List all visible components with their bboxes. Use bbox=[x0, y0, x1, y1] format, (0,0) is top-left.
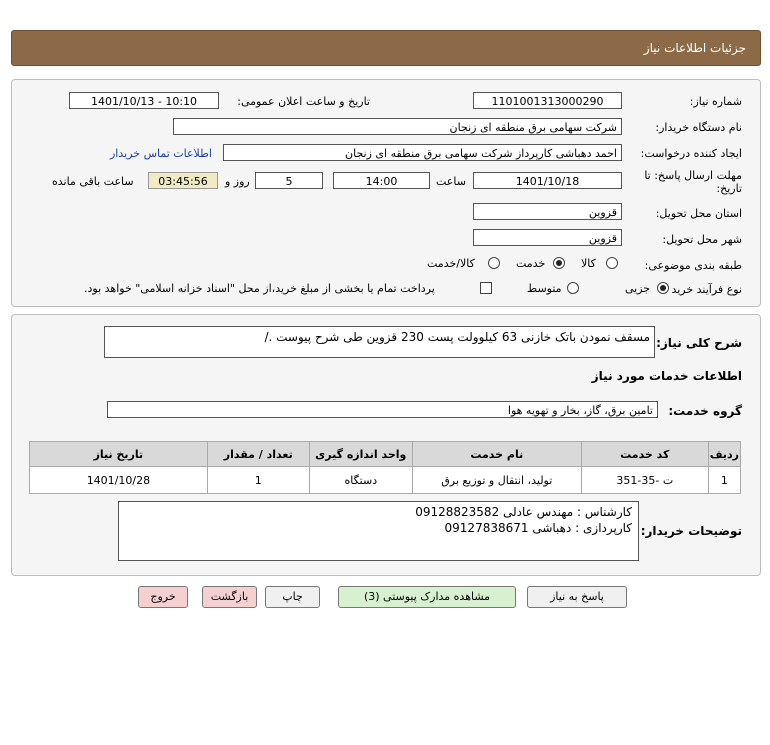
deadline-label: مهلت ارسال پاسخ: تا bbox=[644, 169, 742, 182]
remaining-time-label: ساعت باقی مانده bbox=[52, 175, 134, 188]
cell-service-code: ت -35-351 bbox=[580, 466, 709, 494]
view-attachments-button[interactable]: مشاهده مدارک پیوستی (3) bbox=[338, 586, 516, 608]
creator-field: احمد دهباشی کارپرداز شرکت سهامی برق منطق… bbox=[223, 144, 622, 161]
col-service-name: نام خدمت bbox=[411, 441, 582, 467]
cell-quantity: 1 bbox=[206, 466, 310, 494]
exit-button[interactable]: خروج bbox=[138, 586, 188, 608]
process-option-partial: جزیی bbox=[625, 282, 651, 295]
services-section-title: اطلاعات خدمات مورد نیاز bbox=[591, 369, 742, 383]
col-quantity: تعداد / مقدار bbox=[206, 441, 310, 467]
contact-info-link[interactable]: اطلاعات تماس خریدار bbox=[110, 147, 212, 160]
announce-date-field: 1401/10/13 - 10:10 bbox=[69, 92, 219, 109]
table-row: 1 ت -35-351 تولید، انتقال و توزیع برق دس… bbox=[29, 466, 742, 494]
buyer-notes-line-2: کارپردازی : دهباشی 09127838671 bbox=[444, 521, 632, 535]
page-header: جزئیات اطلاعات نیاز bbox=[11, 30, 761, 66]
service-group-label: گروه خدمت: bbox=[668, 404, 742, 418]
col-need-date: تاریخ نیاز bbox=[29, 441, 208, 467]
category-option-goods: کالا bbox=[581, 257, 596, 270]
category-option-service: خدمت bbox=[516, 257, 546, 270]
announce-date-label: تاریخ و ساعت اعلان عمومی: bbox=[237, 95, 370, 108]
process-radio-medium[interactable] bbox=[567, 282, 579, 294]
service-group-field: تامین برق، گاز، بخار و تهویه هوا bbox=[107, 401, 658, 418]
deadline-time-label: ساعت bbox=[436, 175, 466, 188]
print-button[interactable]: چاپ bbox=[265, 586, 320, 608]
treasury-payment-checkbox[interactable] bbox=[480, 282, 492, 294]
city-field: قزوین bbox=[473, 229, 622, 246]
category-option-goods-service: کالا/خدمت bbox=[427, 257, 475, 270]
page-title: جزئیات اطلاعات نیاز bbox=[643, 41, 746, 55]
description-label: شرح کلی نیاز: bbox=[656, 336, 742, 350]
deadline-time-field: 14:00 bbox=[333, 172, 430, 189]
back-button[interactable]: بازگشت bbox=[202, 586, 257, 608]
buyer-notes-label: توضیحات خریدار: bbox=[640, 524, 742, 538]
days-label: روز و bbox=[225, 175, 250, 188]
category-label: طبقه بندی موضوعی: bbox=[644, 259, 742, 272]
reply-button[interactable]: پاسخ به نیاز bbox=[527, 586, 627, 608]
province-field: قزوین bbox=[473, 203, 622, 220]
need-number-field: 1101001313000290 bbox=[473, 92, 622, 109]
days-field: 5 bbox=[255, 172, 323, 189]
col-row: ردیف bbox=[707, 441, 742, 467]
deadline-date-field: 1401/10/18 bbox=[473, 172, 622, 189]
need-number-label: شماره نیاز: bbox=[689, 95, 742, 108]
city-label: شهر محل تحویل: bbox=[662, 233, 742, 246]
category-radio-goods-service[interactable] bbox=[488, 257, 500, 269]
cell-service-name: تولید، انتقال و توزیع برق bbox=[411, 466, 582, 494]
category-radio-goods[interactable] bbox=[606, 257, 618, 269]
process-option-medium: متوسط bbox=[527, 282, 562, 295]
cell-unit: دستگاه bbox=[308, 466, 413, 494]
services-table: ردیف کد خدمت نام خدمت واحد اندازه گیری ت… bbox=[29, 441, 742, 494]
general-info-panel bbox=[11, 79, 761, 307]
process-radio-partial[interactable] bbox=[657, 282, 669, 294]
category-radio-service[interactable] bbox=[553, 257, 565, 269]
buyer-notes-field: کارشناس : مهندس عادلی 09128823582 کارپرد… bbox=[118, 501, 639, 561]
deadline-label-date: تاریخ: bbox=[716, 182, 742, 195]
buyer-notes-line-1: کارشناس : مهندس عادلی 09128823582 bbox=[415, 505, 632, 519]
buyer-org-field: شرکت سهامی برق منطقه ای زنجان bbox=[173, 118, 622, 135]
buyer-org-label: نام دستگاه خریدار: bbox=[655, 121, 742, 134]
col-unit: واحد اندازه گیری bbox=[308, 441, 413, 467]
creator-label: ایجاد کننده درخواست: bbox=[640, 147, 742, 160]
col-service-code: کد خدمت bbox=[580, 441, 709, 467]
cell-row: 1 bbox=[707, 466, 742, 494]
process-label: نوع فرآیند خرید : bbox=[664, 283, 742, 296]
description-field: مسقف نمودن باتک خازنی 63 کیلوولت پست 230… bbox=[104, 326, 655, 358]
province-label: استان محل تحویل: bbox=[655, 207, 742, 220]
remaining-time-field: 03:45:56 bbox=[148, 172, 218, 189]
cell-need-date: 1401/10/28 bbox=[29, 466, 208, 494]
treasury-payment-note: پرداخت تمام یا بخشی از مبلغ خرید،از محل … bbox=[84, 282, 435, 295]
